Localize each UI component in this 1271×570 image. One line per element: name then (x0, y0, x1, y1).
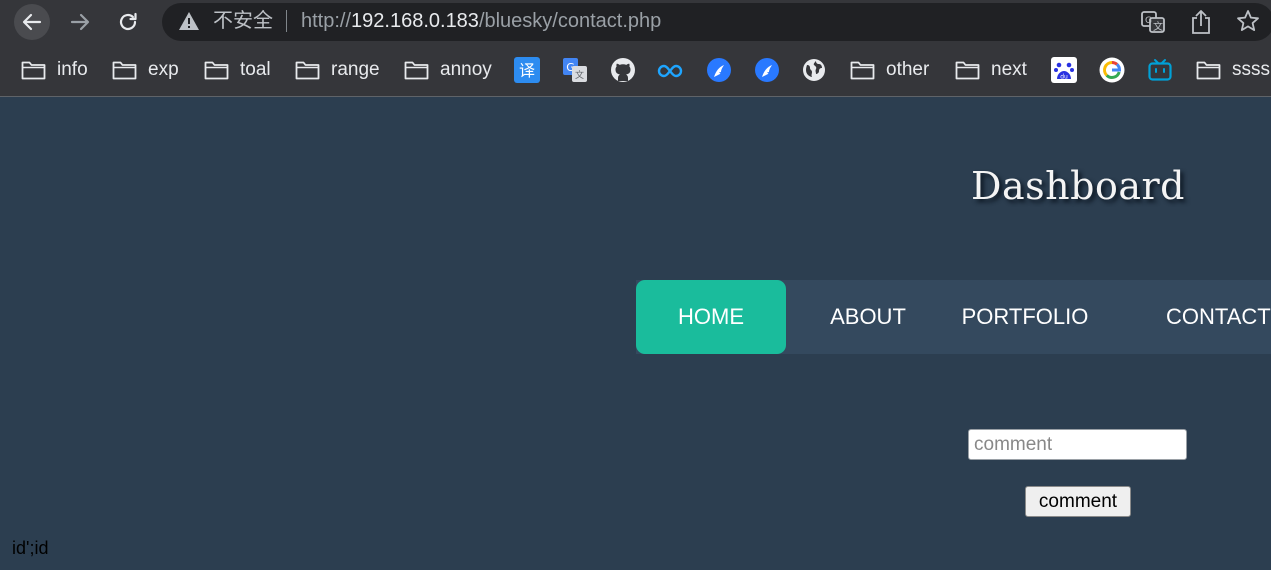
nav-portfolio[interactable]: PORTFOLIO (940, 280, 1110, 354)
bookmark-feather-2[interactable] (754, 44, 780, 96)
svg-text:译: 译 (519, 61, 535, 80)
folder-icon (21, 61, 46, 80)
bookmark-label: annoy (440, 59, 492, 80)
bookmark-folder-annoy[interactable]: annoy (404, 44, 492, 96)
bookmark-folder-toal[interactable]: toal (204, 44, 271, 96)
nav-home[interactable]: HOME (636, 280, 786, 354)
forward-button[interactable] (62, 4, 98, 40)
arrow-left-icon (22, 13, 42, 31)
bookmark-star-icon[interactable] (1236, 9, 1260, 33)
bookmark-label: other (886, 59, 930, 80)
bookmark-folder-info[interactable]: info (21, 44, 88, 96)
bookmark-folder-next[interactable]: next (955, 44, 1027, 96)
arrow-right-icon (70, 13, 90, 31)
feather-icon (707, 58, 731, 82)
folder-icon (295, 61, 320, 80)
feather-icon (755, 58, 779, 82)
bookmark-globe[interactable] (802, 44, 826, 96)
bookmark-label: exp (148, 59, 179, 80)
google-icon (1099, 57, 1125, 83)
bookmark-bilibili[interactable] (1147, 44, 1173, 96)
reload-button[interactable] (110, 4, 146, 40)
bookmark-folder-other[interactable]: other (850, 44, 929, 96)
url-path: /bluesky/contact.php (478, 10, 662, 32)
google-translate-icon: G文 (563, 58, 587, 82)
security-status[interactable]: 不安全 (213, 9, 273, 33)
github-icon (611, 58, 635, 82)
translate-yi-icon: 译 (514, 57, 540, 83)
bookmarks-bar: info exp toal range annoy 译 G文 other nex… (0, 44, 1271, 97)
globe-icon (803, 59, 825, 81)
nav-contact[interactable]: CONTACT (1140, 280, 1271, 354)
folder-icon (404, 61, 429, 80)
page-title: Dashboard (971, 164, 1185, 208)
folder-icon (955, 61, 980, 80)
baidu-icon: du (1051, 57, 1077, 83)
bookmark-label: next (991, 59, 1027, 80)
translate-icon[interactable]: G文 (1140, 9, 1166, 35)
svg-text:du: du (1060, 74, 1068, 81)
bookmark-folder-exp[interactable]: exp (112, 44, 179, 96)
folder-icon (112, 61, 137, 80)
url-text[interactable]: http://192.168.0.183/bluesky/contact.php (301, 9, 661, 33)
bookmark-github[interactable] (610, 44, 636, 96)
back-button[interactable] (14, 4, 50, 40)
nav-about[interactable]: ABOUT (803, 280, 933, 354)
bookmark-feather-1[interactable] (706, 44, 732, 96)
share-icon[interactable] (1190, 9, 1212, 35)
folder-icon (204, 61, 229, 80)
url-host: 192.168.0.183 (351, 10, 479, 32)
comment-input[interactable] (968, 429, 1187, 460)
bookmark-translate-yi[interactable]: 译 (514, 44, 540, 96)
bookmark-folder-ssss[interactable]: ssss (1196, 44, 1270, 96)
bookmark-google[interactable] (1099, 44, 1125, 96)
reload-icon (119, 12, 137, 31)
svg-text:G: G (1145, 16, 1152, 26)
bookmark-folder-range[interactable]: range (295, 44, 380, 96)
comment-output: id';id (12, 538, 49, 558)
warning-icon[interactable] (178, 10, 200, 32)
comment-submit-button[interactable]: comment (1025, 486, 1131, 517)
folder-icon (850, 61, 875, 80)
url-scheme: http:// (301, 10, 352, 32)
bookmark-label: info (57, 59, 88, 80)
bookmark-label: range (331, 59, 380, 80)
browser-toolbar: 不安全 http://192.168.0.183/bluesky/contact… (0, 0, 1271, 44)
cloud-icon (657, 64, 683, 78)
svg-text:文: 文 (575, 69, 584, 81)
svg-text:文: 文 (1153, 20, 1163, 33)
address-divider (286, 10, 287, 32)
bookmark-cloud[interactable] (657, 44, 683, 96)
bookmark-label: toal (240, 59, 271, 80)
bookmark-label: ssss (1232, 59, 1270, 80)
folder-icon (1196, 61, 1221, 80)
bookmark-baidu[interactable]: du (1051, 44, 1077, 96)
bilibili-icon (1148, 59, 1172, 81)
bookmark-google-translate[interactable]: G文 (562, 44, 588, 96)
